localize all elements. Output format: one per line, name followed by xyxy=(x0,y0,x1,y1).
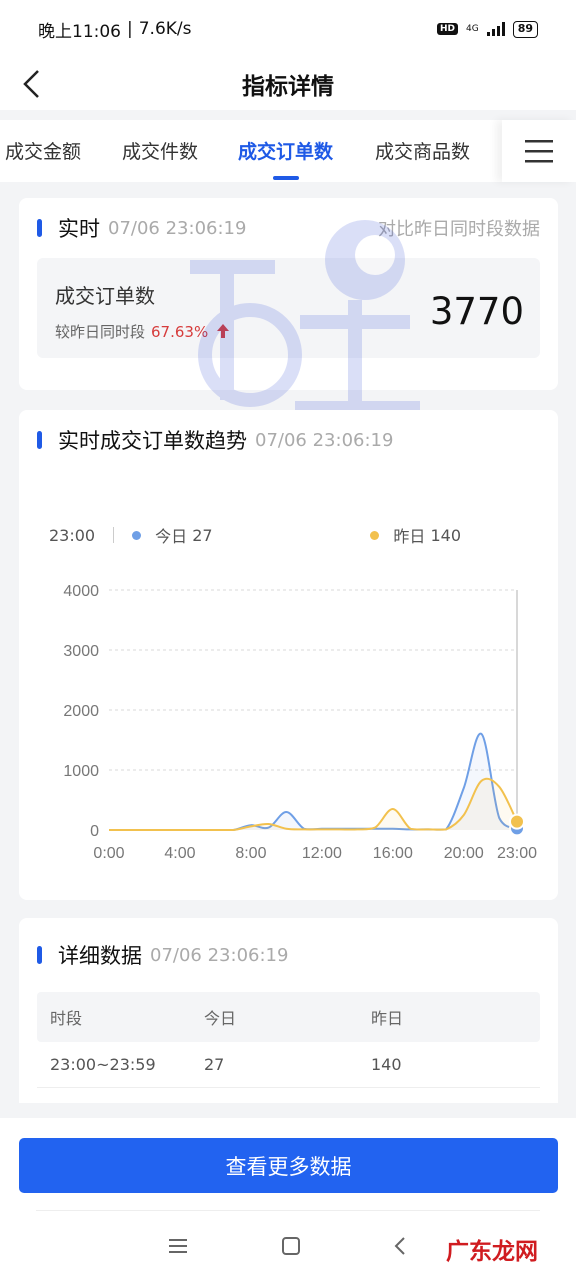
y-tick-label: 3000 xyxy=(63,643,99,660)
legend-yesterday: 昨日 140 xyxy=(370,523,461,547)
trend-card-header: 实时成交订单数趋势 07/06 23:06:19 xyxy=(19,410,558,470)
trend-card: 实时成交订单数趋势 07/06 23:06:19 23:00 今日 27 昨日 … xyxy=(19,410,558,900)
legend-today-value: 27 xyxy=(192,525,213,545)
status-bar: 晚上11:06 | 7.6K/s HD 4G 89 xyxy=(0,0,576,58)
bottom-area: 查看更多数据 广东龙网 xyxy=(0,1118,576,1280)
nav-back-icon[interactable] xyxy=(393,1236,407,1256)
section-accent xyxy=(37,946,42,964)
x-tick-label: 12:00 xyxy=(302,845,342,862)
legend-today-dot xyxy=(132,530,142,540)
page-header: 指标详情 xyxy=(0,58,576,110)
x-tick-label: 23:00 xyxy=(497,845,537,862)
cell-period: 23:00~23:59 xyxy=(50,1055,156,1074)
battery-icon: 89 xyxy=(512,20,538,38)
trend-chart[interactable]: 0 1000 2000 3000 4000 0:00 4:00 8:00 12:00 16:00 2… xyxy=(19,570,558,900)
column-period: 时段 xyxy=(50,1009,83,1028)
tab-gmv[interactable]: 成交金额 xyxy=(5,120,81,182)
y-tick-label: 1000 xyxy=(63,763,99,780)
bottom-divider xyxy=(36,1210,540,1211)
column-yesterday: 昨日 xyxy=(371,1009,404,1028)
status-icons: HD 4G 89 xyxy=(436,20,538,38)
details-card: 详细数据 07/06 23:06:19 时段 今日 昨日 23:00~23:59… xyxy=(19,918,558,1103)
signal-icon xyxy=(486,22,505,36)
details-time: 07/06 23:06:19 xyxy=(150,944,289,966)
legend-hour: 23:00 xyxy=(49,525,96,545)
cell-yesterday: 140 xyxy=(371,1055,402,1074)
x-tick-label: 8:00 xyxy=(235,845,266,862)
legend-today-label: 今日 xyxy=(155,527,188,546)
legend-yesterday-dot xyxy=(370,530,380,540)
page-title: 指标详情 xyxy=(242,74,334,100)
nav-home-icon[interactable] xyxy=(281,1236,301,1256)
compare-label: 较昨日同时段 xyxy=(55,323,146,341)
series-area-today xyxy=(109,733,517,830)
tab-item-count[interactable]: 成交件数 xyxy=(122,120,198,182)
chart-legend: 23:00 今日 27 昨日 140 xyxy=(49,520,529,550)
details-title: 详细数据 xyxy=(58,944,142,968)
table-header: 时段 今日 昨日 xyxy=(37,992,540,1042)
menu-icon xyxy=(525,140,553,163)
realtime-title: 实时 xyxy=(58,217,100,241)
legend-today: 今日 27 xyxy=(132,523,213,547)
watermark-text: 广东龙网 xyxy=(446,1238,538,1265)
x-tick-label: 16:00 xyxy=(373,845,413,862)
y-tick-label: 4000 xyxy=(63,583,99,600)
tab-menu-button[interactable] xyxy=(502,120,576,182)
back-button[interactable] xyxy=(14,66,50,102)
x-tick-label: 4:00 xyxy=(164,845,195,862)
status-divider: | xyxy=(127,19,133,39)
cell-today: 27 xyxy=(204,1055,225,1074)
chevron-left-icon xyxy=(23,70,39,98)
series-point-yesterday xyxy=(509,813,525,830)
trend-time: 07/06 23:06:19 xyxy=(255,429,394,451)
watermark-logo xyxy=(190,220,420,415)
tab-order-count[interactable]: 成交订单数 xyxy=(238,120,333,182)
y-tick-label: 0 xyxy=(90,823,99,840)
legend-yesterday-label: 昨日 xyxy=(393,527,426,546)
nav-menu-icon[interactable] xyxy=(169,1238,189,1254)
series-line-yesterday xyxy=(109,777,518,831)
metric-value: 3770 xyxy=(429,290,524,333)
x-tick-label: 20:00 xyxy=(444,845,484,862)
status-time: 晚上11:06 xyxy=(38,21,121,42)
view-more-data-button[interactable]: 查看更多数据 xyxy=(19,1138,558,1193)
tab-product-count[interactable]: 成交商品数 xyxy=(375,120,470,182)
metric-tabs: 成交金额 成交件数 成交订单数 成交商品数 xyxy=(0,120,576,182)
hd-icon: HD xyxy=(436,23,458,35)
status-speed: 7.6K/s xyxy=(138,19,192,39)
legend-separator xyxy=(113,527,115,543)
section-accent xyxy=(37,431,42,449)
legend-yesterday-value: 140 xyxy=(430,525,461,545)
trend-title: 实时成交订单数趋势 xyxy=(58,429,247,453)
details-card-header: 详细数据 07/06 23:06:19 xyxy=(19,918,558,992)
network-type: 4G xyxy=(465,23,479,34)
column-today: 今日 xyxy=(204,1009,237,1028)
x-tick-label: 0:00 xyxy=(93,845,124,862)
y-tick-label: 2000 xyxy=(63,703,99,720)
table-row: 23:00~23:59 27 140 xyxy=(37,1042,540,1088)
section-accent xyxy=(37,219,42,237)
